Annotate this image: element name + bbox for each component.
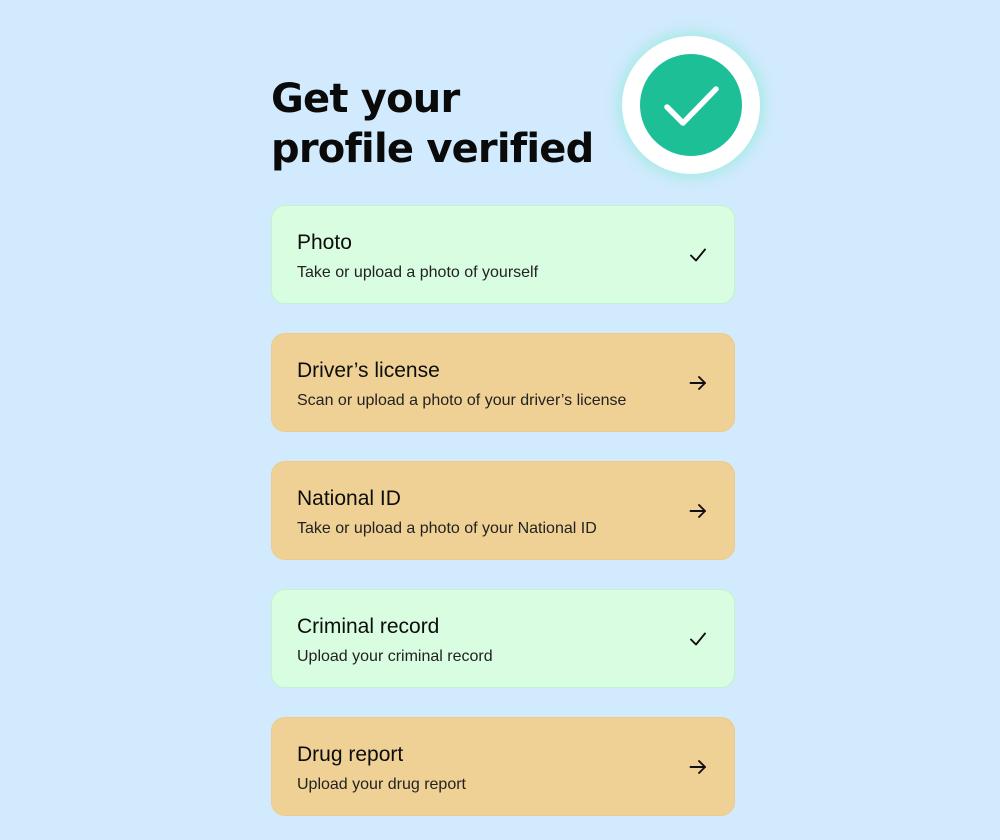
step-title: Driver’s license bbox=[297, 359, 440, 382]
verified-badge bbox=[622, 36, 760, 174]
check-circle-icon bbox=[640, 54, 742, 156]
step-card-national-id[interactable]: National ID Take or upload a photo of yo… bbox=[271, 461, 735, 560]
step-card-drivers-license[interactable]: Driver’s license Scan or upload a photo … bbox=[271, 333, 735, 432]
step-subtitle: Scan or upload a photo of your driver’s … bbox=[297, 392, 627, 409]
step-subtitle: Take or upload a photo of your National … bbox=[297, 520, 597, 537]
arrow-right-icon bbox=[688, 757, 708, 777]
step-title: Photo bbox=[297, 231, 352, 254]
arrow-right-icon bbox=[688, 373, 708, 393]
step-title: National ID bbox=[297, 487, 401, 510]
step-title: Criminal record bbox=[297, 615, 440, 638]
step-card-drug-report[interactable]: Drug report Upload your drug report bbox=[271, 717, 735, 816]
step-card-criminal-record[interactable]: Criminal record Upload your criminal rec… bbox=[271, 589, 735, 688]
checkmark-icon bbox=[688, 629, 708, 649]
page-title: Get your profile verified bbox=[271, 76, 594, 172]
step-title: Drug report bbox=[297, 743, 404, 766]
step-subtitle: Upload your drug report bbox=[297, 776, 466, 793]
step-subtitle: Upload your criminal record bbox=[297, 648, 493, 665]
step-subtitle: Take or upload a photo of yourself bbox=[297, 264, 539, 281]
checkmark-icon bbox=[688, 245, 708, 265]
step-card-photo[interactable]: Photo Take or upload a photo of yourself bbox=[271, 205, 735, 304]
arrow-right-icon bbox=[688, 501, 708, 521]
